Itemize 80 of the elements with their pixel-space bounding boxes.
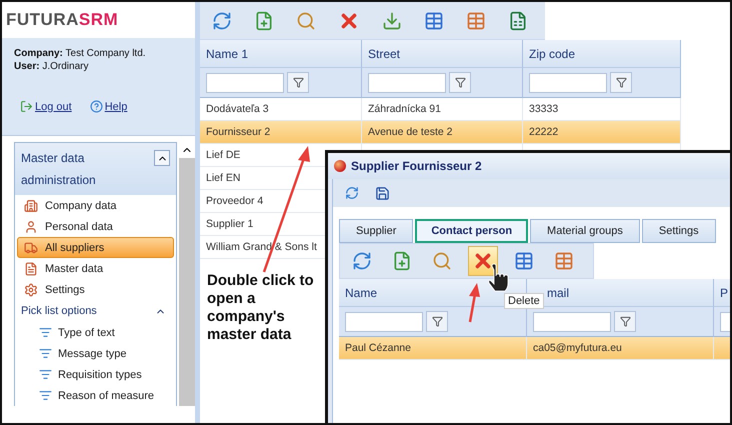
refresh-icon bbox=[212, 10, 232, 30]
tab[interactable]: Contact person bbox=[415, 219, 528, 243]
nav-item[interactable]: Requisition types bbox=[15, 364, 176, 385]
filter-button[interactable] bbox=[614, 311, 636, 332]
filter-field[interactable] bbox=[533, 312, 611, 332]
gear-icon bbox=[24, 282, 38, 296]
logo: FUTURASRM bbox=[5, 9, 120, 31]
list-icon bbox=[39, 368, 52, 381]
table-save-icon bbox=[514, 251, 534, 271]
collapse-button[interactable] bbox=[154, 150, 170, 166]
building-icon bbox=[24, 198, 38, 212]
list-icon bbox=[39, 389, 52, 402]
filter-icon bbox=[432, 316, 442, 327]
search-icon bbox=[432, 251, 452, 271]
filter-icon bbox=[616, 77, 626, 88]
table-cell: Paul Cézanne bbox=[339, 337, 527, 360]
spreadsheet-icon bbox=[508, 10, 528, 30]
nav-item[interactable]: Master data bbox=[17, 258, 174, 279]
hand-cursor-icon bbox=[488, 264, 508, 292]
info-text: User: J.Ordinary bbox=[14, 61, 90, 72]
filter-button[interactable] bbox=[449, 72, 471, 93]
person-icon bbox=[24, 220, 38, 234]
table-cell: 22222 bbox=[523, 121, 681, 144]
table-cell: ca05@myfutura.eu bbox=[527, 337, 714, 360]
new-document-icon bbox=[392, 251, 412, 271]
download-icon bbox=[382, 10, 402, 30]
arrow bbox=[468, 283, 480, 322]
scroll-up-button[interactable] bbox=[179, 142, 195, 158]
nav-item[interactable]: Message type bbox=[15, 343, 176, 364]
filter-icon bbox=[620, 316, 630, 327]
table-cell: Fournisseur 2 bbox=[200, 121, 362, 144]
tab[interactable]: Supplier bbox=[339, 219, 414, 243]
panel-title: Master data administration bbox=[21, 150, 97, 189]
table-edit-icon bbox=[554, 251, 574, 271]
table-cell: Avenue de teste 2 bbox=[362, 121, 523, 144]
table-cell: Dodávateľa 3 bbox=[200, 98, 362, 121]
tooltip: Delete bbox=[504, 293, 544, 309]
filter-field[interactable] bbox=[206, 72, 284, 92]
nav-item[interactable]: Settings bbox=[17, 279, 174, 300]
filter-field[interactable] bbox=[529, 72, 607, 92]
section-header[interactable]: Pick list options bbox=[15, 300, 176, 322]
table-cell: 33333 bbox=[523, 98, 681, 121]
column-header[interactable]: Street bbox=[362, 40, 523, 68]
link[interactable]: Help bbox=[90, 100, 128, 113]
list-icon bbox=[39, 347, 52, 360]
nav-item[interactable]: Type of text bbox=[15, 322, 176, 343]
filter-icon bbox=[292, 77, 304, 88]
link[interactable]: Log out bbox=[20, 100, 72, 113]
list-icon bbox=[39, 326, 52, 339]
filter-icon bbox=[454, 77, 466, 88]
nav-item[interactable]: Personal data bbox=[17, 216, 174, 237]
logout-icon bbox=[20, 100, 33, 113]
filter-button[interactable] bbox=[610, 72, 632, 93]
column-header[interactable]: Zip code bbox=[523, 40, 681, 68]
nav-item[interactable]: All suppliers bbox=[17, 237, 174, 258]
toolbar-button[interactable] bbox=[468, 246, 498, 276]
new-document-icon bbox=[254, 10, 274, 30]
tab[interactable]: Settings bbox=[642, 219, 716, 243]
table-save-icon bbox=[424, 10, 444, 30]
filter-button[interactable] bbox=[426, 311, 448, 332]
nav-item[interactable]: Reason of measure bbox=[15, 385, 176, 406]
app-icon bbox=[334, 160, 346, 172]
filter-button[interactable] bbox=[287, 72, 309, 93]
filter-field[interactable] bbox=[345, 312, 423, 332]
refresh-icon bbox=[352, 251, 372, 271]
filter-field[interactable] bbox=[368, 72, 446, 92]
search-icon bbox=[296, 10, 316, 30]
document-icon bbox=[24, 262, 38, 276]
nav-item[interactable]: Company data bbox=[17, 195, 174, 216]
table-edit-icon bbox=[466, 10, 486, 30]
column-header[interactable]: Name 1 bbox=[200, 40, 362, 68]
table-cell: Záhradnícka 91 bbox=[362, 98, 523, 121]
annotation-text: Double click to open a company's master data bbox=[207, 272, 315, 344]
truck-icon bbox=[24, 240, 38, 254]
tab[interactable]: Material groups bbox=[530, 219, 640, 243]
column-header[interactable]: P bbox=[714, 279, 730, 307]
save-icon bbox=[375, 186, 390, 200]
refresh-icon bbox=[345, 186, 359, 200]
help-icon bbox=[90, 100, 103, 113]
info-text: Company: Test Company ltd. bbox=[14, 48, 147, 59]
